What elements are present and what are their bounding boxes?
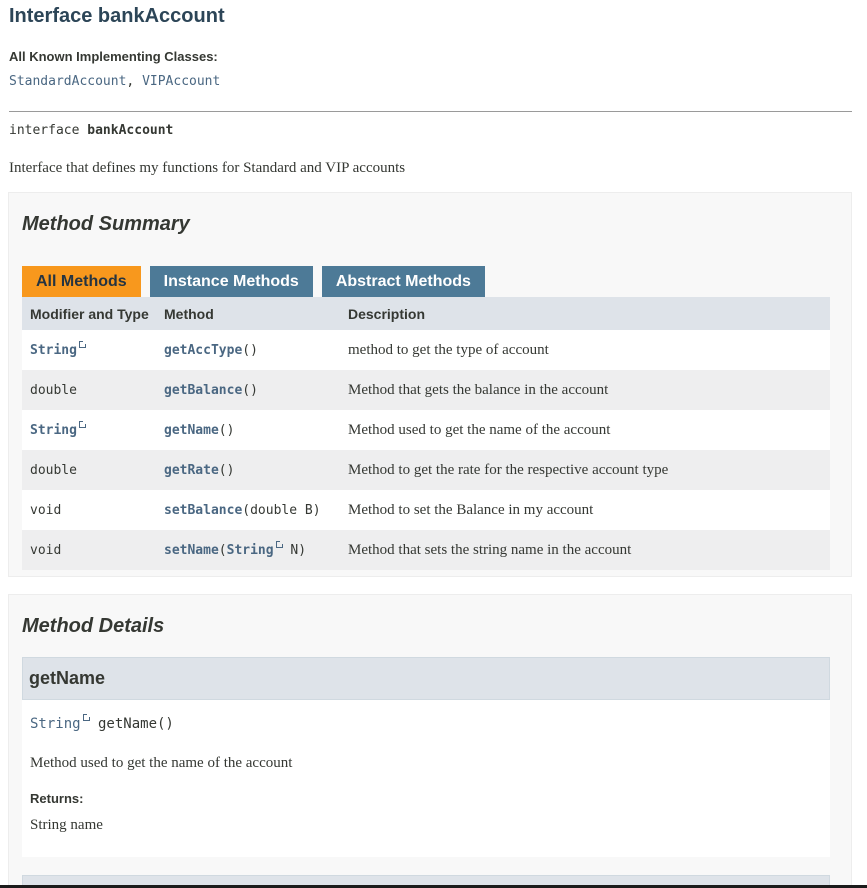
row-description: Method that gets the balance in the acco… <box>348 381 609 398</box>
page-title: Interface bankAccount <box>9 5 225 27</box>
interface-description: Interface that defines my functions for … <box>9 160 406 176</box>
method-detail-description: Method used to get the name of the accou… <box>30 755 293 771</box>
class-link-standard-account[interactable]: StandardAccount <box>9 74 126 89</box>
row-method: setBalance(double B) <box>156 503 340 518</box>
class-separator: , <box>126 74 143 89</box>
row-type: double <box>30 382 77 398</box>
header-divider <box>9 111 852 112</box>
row-description: Method that sets the string name in the … <box>348 541 632 558</box>
external-link-icon <box>78 419 87 428</box>
column-header-method: Method <box>164 305 214 322</box>
row-method: getName() <box>156 423 340 438</box>
method-details-section: Method Details getName String getName() … <box>8 594 852 888</box>
row-description: Method used to get the name of the accou… <box>348 421 611 438</box>
tab-abstract-methods[interactable]: Abstract Methods <box>321 266 485 297</box>
return-type-link-string[interactable]: String <box>30 716 81 732</box>
row-type: void <box>30 542 62 558</box>
table-row: String getName() Method used to get the … <box>22 410 830 450</box>
signature-keyword: interface <box>9 123 80 138</box>
table-row: void setName(String N) Method that sets … <box>22 530 830 570</box>
method-params: () <box>218 462 235 478</box>
table-row: void setBalance(double B) Method to set … <box>22 490 830 530</box>
table-row: double getRate() Method to get the rate … <box>22 450 830 490</box>
known-implementing-label: All Known Implementing Classes: <box>9 49 218 64</box>
row-type: void <box>30 502 62 518</box>
returns-value: String name <box>30 817 103 833</box>
tab-all-methods[interactable]: All Methods <box>22 266 141 297</box>
method-link-get-balance[interactable]: getBalance <box>164 383 242 398</box>
external-link-icon <box>82 713 91 721</box>
method-detail-name: getName <box>29 668 106 688</box>
method-link-get-name[interactable]: getName <box>164 423 219 438</box>
method-link-get-rate[interactable]: getRate <box>164 463 219 478</box>
row-description: method to get the type of account <box>348 341 549 358</box>
type-link-string[interactable]: String <box>30 343 77 358</box>
method-link-set-balance[interactable]: setBalance <box>164 503 242 518</box>
method-detail-signature-rest: getName() <box>89 716 174 732</box>
method-detail-signature: String getName() <box>30 713 174 732</box>
row-method: getRate() <box>156 463 340 478</box>
row-description: Method to set the Balance in my account <box>348 501 594 518</box>
column-header-modifier: Modifier and Type <box>30 305 149 322</box>
interface-signature: interface bankAccount <box>9 123 173 138</box>
table-row: String getAccType() method to get the ty… <box>22 330 830 370</box>
row-type: double <box>30 462 77 478</box>
method-summary-heading: Method Summary <box>22 213 190 235</box>
table-row: double getBalance() Method that gets the… <box>22 370 830 410</box>
method-details-heading: Method Details <box>22 615 165 637</box>
param-type-link-string[interactable]: String <box>227 543 274 558</box>
column-header-description: Description <box>348 305 426 322</box>
row-method: getBalance() <box>156 383 340 398</box>
row-type: String <box>22 339 156 358</box>
signature-name: bankAccount <box>87 123 174 138</box>
method-summary-section: Method Summary All Methods Instance Meth… <box>8 192 852 577</box>
method-summary-table: Modifier and Type Method Description Str… <box>22 297 830 570</box>
type-link-string[interactable]: String <box>30 423 77 438</box>
method-tabs: All Methods Instance Methods Abstract Me… <box>22 266 485 297</box>
row-method: setName(String N) <box>156 539 340 558</box>
tab-instance-methods[interactable]: Instance Methods <box>149 266 313 297</box>
row-type: String <box>22 419 156 438</box>
method-params: () <box>218 422 235 438</box>
table-header: Modifier and Type Method Description <box>22 297 830 330</box>
method-params: (double B) <box>242 502 321 518</box>
method-params-close: N) <box>282 542 307 558</box>
method-params: () <box>242 382 258 398</box>
returns-label: Returns: <box>30 791 84 806</box>
method-params-open: ( <box>218 542 227 558</box>
method-link-get-acc-type[interactable]: getAccType <box>164 343 242 358</box>
row-method: getAccType() <box>156 343 340 358</box>
method-link-set-name[interactable]: setName <box>164 543 219 558</box>
method-detail-header: getName <box>22 657 830 700</box>
class-link-vip-account[interactable]: VIPAccount <box>142 74 220 89</box>
method-detail-body: String getName() Method used to get the … <box>22 700 830 857</box>
external-link-icon <box>275 539 284 548</box>
method-params: () <box>242 342 258 358</box>
row-description: Method to get the rate for the respectiv… <box>348 461 669 478</box>
external-link-icon <box>78 339 87 348</box>
known-implementing-classes: StandardAccount, VIPAccount <box>9 74 220 89</box>
